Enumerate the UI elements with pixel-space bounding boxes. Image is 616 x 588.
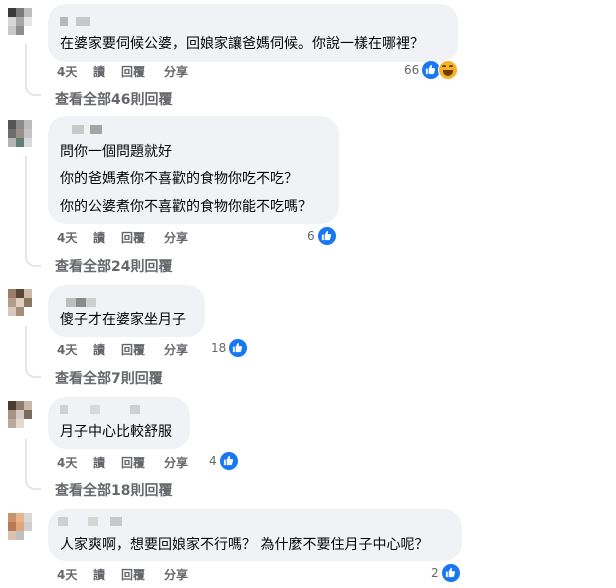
reaction-summary[interactable]: 6 — [307, 226, 337, 246]
comment-bubble: 在婆家要伺候公婆，回娘家讓爸媽伺候。你說一樣在哪裡？ — [48, 4, 458, 62]
reply-button[interactable]: 回覆 — [121, 63, 145, 80]
comment-bubble: 傻子才在婆家坐月子 — [48, 285, 205, 337]
read-button[interactable]: 讀 — [93, 341, 105, 358]
comment-text: 月子中心比較舒服 — [60, 424, 172, 440]
reaction-summary[interactable]: 4 — [209, 451, 239, 471]
share-button[interactable]: 分享 — [164, 454, 188, 471]
view-replies-link[interactable]: 查看全部18則回覆 — [55, 480, 172, 500]
read-button[interactable]: 讀 — [93, 454, 105, 471]
share-button[interactable]: 分享 — [164, 63, 188, 80]
reply-button[interactable]: 回覆 — [121, 566, 145, 583]
avatar[interactable] — [8, 401, 42, 435]
timestamp[interactable]: 4天 — [57, 454, 77, 471]
avatar[interactable] — [8, 120, 42, 154]
comment-text: 在婆家要伺候公婆，回娘家讓爸媽伺候。你說一樣在哪裡？ — [60, 36, 424, 52]
like-icon — [228, 338, 249, 358]
avatar[interactable] — [8, 289, 42, 323]
reaction-count: 18 — [211, 341, 227, 355]
view-replies-link[interactable]: 查看全部46則回覆 — [55, 89, 172, 109]
reply-button[interactable]: 回覆 — [121, 341, 145, 358]
author-name[interactable] — [72, 125, 110, 134]
like-icon — [316, 226, 337, 246]
author-name[interactable] — [58, 517, 122, 526]
timestamp[interactable]: 4天 — [57, 566, 77, 583]
view-replies-link[interactable]: 查看全部7則回覆 — [55, 368, 163, 388]
comment-text: 問你一個問題就好 — [60, 144, 172, 160]
timestamp[interactable]: 4天 — [57, 229, 77, 246]
author-name[interactable] — [60, 17, 106, 26]
share-button[interactable]: 分享 — [164, 229, 188, 246]
reaction-count: 4 — [209, 454, 217, 468]
comment-text: 人家爽啊，想要回娘家不行嗎？ 為什麼不要住月子中心呢？ — [60, 537, 429, 553]
author-name[interactable] — [60, 405, 150, 414]
timestamp[interactable]: 4天 — [57, 341, 77, 358]
share-button[interactable]: 分享 — [164, 341, 188, 358]
avatar[interactable] — [8, 513, 42, 547]
share-button[interactable]: 分享 — [164, 566, 188, 583]
like-icon — [440, 563, 461, 583]
comment-bubble: 人家爽啊，想要回娘家不行嗎？ 為什麼不要住月子中心呢？ — [48, 509, 462, 561]
like-icon — [218, 451, 239, 471]
timestamp[interactable]: 4天 — [57, 63, 77, 80]
read-button[interactable]: 讀 — [93, 229, 105, 246]
reaction-count: 6 — [307, 229, 315, 243]
haha-icon — [438, 60, 459, 80]
comment-bubble: 月子中心比較舒服 — [48, 397, 190, 449]
comment-text: 你的公婆煮你不喜歡的食物你能不吃嗎？ — [60, 199, 312, 215]
view-replies-link[interactable]: 查看全部24則回覆 — [55, 256, 172, 276]
reply-button[interactable]: 回覆 — [121, 454, 145, 471]
reaction-count: 66 — [404, 63, 420, 77]
avatar[interactable] — [8, 8, 42, 42]
author-name[interactable] — [66, 298, 96, 307]
reaction-summary[interactable]: 2 — [431, 563, 461, 583]
comment-bubble: 問你一個問題就好 你的爸媽煮你不喜歡的食物你吃不吃？ 你的公婆煮你不喜歡的食物你… — [48, 116, 339, 224]
reaction-count: 2 — [431, 566, 439, 580]
comment-text: 傻子才在婆家坐月子 — [60, 312, 186, 328]
reaction-summary[interactable]: 66 — [404, 60, 459, 80]
reaction-summary[interactable]: 18 — [211, 338, 249, 358]
reply-button[interactable]: 回覆 — [121, 229, 145, 246]
read-button[interactable]: 讀 — [93, 566, 105, 583]
read-button[interactable]: 讀 — [93, 63, 105, 80]
comment-text: 你的爸媽煮你不喜歡的食物你吃不吃？ — [60, 171, 298, 187]
